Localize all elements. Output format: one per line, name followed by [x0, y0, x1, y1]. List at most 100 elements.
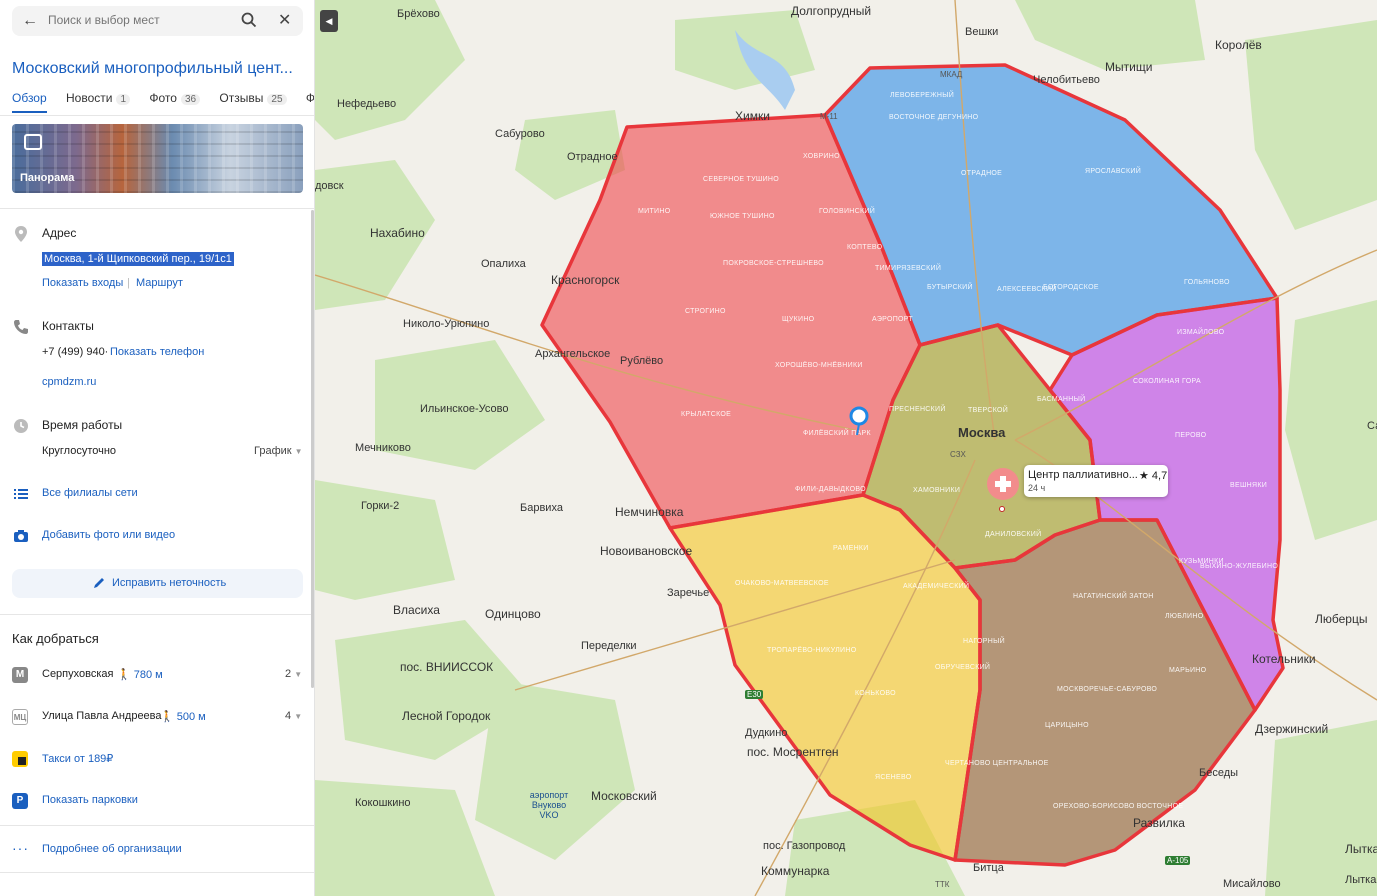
- place-label[interactable]: аэропорт Внуково VKO: [525, 790, 573, 820]
- place-label[interactable]: Отрадное: [567, 151, 618, 163]
- place-label[interactable]: Николо-Урюпино: [403, 318, 489, 330]
- place-label[interactable]: Нефедьево: [337, 98, 396, 110]
- show-entrances-link[interactable]: Показать входы: [42, 277, 123, 289]
- hospital-icon[interactable]: [986, 467, 1020, 501]
- place-label[interactable]: пос. Газопровод: [763, 840, 845, 852]
- search-bar[interactable]: ← ✕: [12, 6, 303, 36]
- place-label[interactable]: Дудкино: [745, 727, 787, 739]
- place-label[interactable]: Немчиновка: [615, 505, 683, 519]
- place-label[interactable]: Лесной Городок: [402, 709, 490, 723]
- organization-title[interactable]: Московский многопрофильный цент...: [12, 60, 293, 78]
- collapse-panel-button[interactable]: ◀: [320, 10, 338, 32]
- place-label[interactable]: Горки-2: [361, 500, 399, 512]
- route-count[interactable]: 4 ▼: [285, 710, 302, 722]
- place-label[interactable]: Челобитьево: [1033, 74, 1100, 86]
- place-label[interactable]: Власиха: [393, 603, 440, 617]
- place-label[interactable]: Королёв: [1215, 38, 1262, 52]
- place-label[interactable]: Московский: [591, 789, 657, 803]
- show-phone-link[interactable]: Показать телефон: [110, 346, 204, 358]
- place-label[interactable]: Заречье: [667, 587, 709, 599]
- place-label[interactable]: Рублёво: [620, 355, 663, 367]
- metro-icon: M: [12, 667, 28, 683]
- place-label[interactable]: Переделки: [581, 640, 637, 652]
- district-label: ЦАРИЦЫНО: [1045, 722, 1089, 729]
- district-label: ТВЕРСКОЙ: [968, 407, 1009, 414]
- tab-news[interactable]: Новости 1: [66, 91, 131, 111]
- schedule-label: График: [254, 445, 292, 457]
- district-label: КОНЬКОВО: [855, 690, 896, 697]
- district-label: ОТРАДНОЕ: [961, 170, 1003, 177]
- district-label: ВЕШНЯКИ: [1230, 482, 1268, 489]
- place-label[interactable]: Кокошкино: [355, 797, 411, 809]
- tab-label: Новости: [66, 91, 113, 105]
- place-label[interactable]: довск: [315, 180, 344, 192]
- place-label[interactable]: Новоивановское: [600, 544, 692, 558]
- place-label[interactable]: Люберцы: [1315, 612, 1367, 626]
- all-branches-link[interactable]: Все филиалы сети: [42, 487, 138, 499]
- place-label[interactable]: Лыткарин: [1345, 874, 1377, 886]
- place-label[interactable]: Нахабино: [370, 226, 425, 240]
- place-label[interactable]: Архангельское: [535, 348, 610, 360]
- place-label[interactable]: Брёхово: [397, 8, 440, 20]
- search-input[interactable]: [48, 13, 233, 27]
- district-label: БУТЫРСКИЙ: [927, 284, 973, 291]
- website-link[interactable]: cpmdzm.ru: [42, 376, 96, 388]
- fix-inaccuracy-button[interactable]: Исправить неточность: [12, 569, 303, 598]
- place-label[interactable]: Ильинское-Усово: [420, 403, 508, 415]
- place-label[interactable]: Москва: [958, 425, 1005, 440]
- place-label[interactable]: Барвиха: [520, 502, 563, 514]
- location-marker-icon[interactable]: [848, 405, 870, 437]
- parking-link[interactable]: Показать парковки: [42, 794, 138, 806]
- station-name[interactable]: Улица Павла Андреева: [42, 710, 162, 722]
- address-value[interactable]: Москва, 1-й Щипковский пер., 19/1с1: [42, 252, 234, 266]
- place-label[interactable]: Вешки: [965, 26, 998, 38]
- place-label[interactable]: Химки: [735, 109, 770, 123]
- place-label[interactable]: Одинцово: [485, 607, 541, 621]
- tab-photos[interactable]: Фото 36: [149, 91, 201, 111]
- route-count[interactable]: 2 ▼: [285, 668, 302, 680]
- panorama-icon: [24, 134, 42, 150]
- add-media-link[interactable]: Добавить фото или видео: [42, 529, 175, 541]
- taxi-link[interactable]: Такси от 189₽: [42, 752, 113, 765]
- tab-branches[interactable]: Филиа: [306, 91, 314, 111]
- place-label[interactable]: Лыткарино: [1345, 842, 1377, 856]
- place-label[interactable]: Красногорск: [551, 273, 619, 287]
- place-label[interactable]: пос. Мосрентген: [747, 745, 839, 759]
- district-label: ПОКРОВСКОЕ-СТРЕШНЕВО: [723, 260, 824, 267]
- tab-overview[interactable]: Обзор: [12, 91, 47, 113]
- place-label[interactable]: Долгопрудный: [791, 4, 871, 18]
- district-label: ГОЛОВИНСКИЙ: [819, 208, 876, 215]
- road-label: М-11: [820, 112, 838, 121]
- place-label[interactable]: Коммунарка: [761, 864, 829, 878]
- close-icon[interactable]: ✕: [278, 10, 291, 30]
- place-label[interactable]: Мечниково: [355, 442, 411, 454]
- place-label[interactable]: Мисайлово: [1223, 878, 1281, 890]
- search-icon[interactable]: [240, 11, 258, 29]
- place-label[interactable]: Сабурово: [495, 128, 545, 140]
- scrollbar[interactable]: [311, 210, 314, 688]
- poi-card[interactable]: Центр паллиативно... ★ 4,7 24 ч: [1024, 465, 1168, 497]
- back-arrow-icon[interactable]: ←: [22, 12, 38, 30]
- divider: [0, 115, 314, 116]
- more-about-link[interactable]: Подробнее об организации: [42, 843, 182, 855]
- place-label[interactable]: Беседы: [1199, 767, 1238, 779]
- parking-icon: P: [12, 793, 28, 809]
- taxi-icon: [12, 751, 28, 767]
- schedule-dropdown[interactable]: График ▼: [254, 445, 303, 457]
- place-label[interactable]: Мытищи: [1105, 60, 1152, 74]
- route-link[interactable]: Маршрут: [136, 277, 183, 289]
- metro-station-name[interactable]: Серпуховская: [42, 668, 113, 680]
- district-label: АКАДЕМИЧЕСКИЙ: [903, 583, 970, 590]
- place-label[interactable]: Битца: [973, 862, 1004, 874]
- place-label[interactable]: Са: [1367, 420, 1377, 432]
- district-label: АЭРОПОРТ: [872, 316, 914, 323]
- place-label[interactable]: Котельники: [1252, 652, 1316, 666]
- place-label[interactable]: Опалиха: [481, 258, 526, 270]
- place-label[interactable]: пос. ВНИИССОК: [400, 660, 493, 674]
- tab-reviews[interactable]: Отзывы 25: [219, 91, 287, 111]
- place-label[interactable]: Дзержинский: [1255, 722, 1328, 736]
- map-view[interactable]: ◀ Брёхово Долгопрудный Вешки Королёв Челобит…: [315, 0, 1377, 896]
- panorama-photo[interactable]: Панорама: [12, 124, 303, 193]
- place-label[interactable]: Развилка: [1133, 816, 1185, 830]
- district-label: ТИМИРЯЗЕВСКИЙ: [875, 265, 942, 272]
